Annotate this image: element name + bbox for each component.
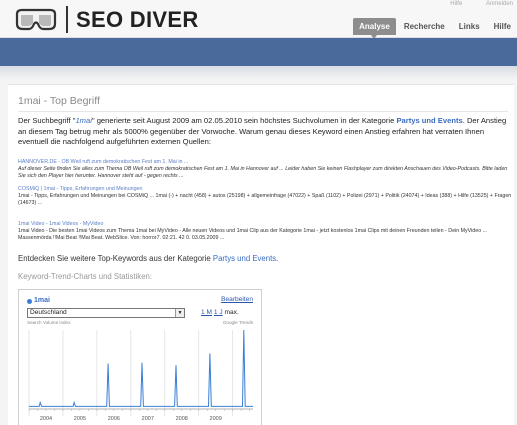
- intro-keyword: 1mai: [75, 116, 92, 125]
- main-content: 1mai - Top Begriff Der Suchbegriff "1mai…: [8, 84, 514, 425]
- x-tick-label: 2004: [40, 416, 52, 422]
- legend-label: 1mai: [34, 297, 50, 304]
- nav-item-links[interactable]: Links: [453, 18, 486, 35]
- diving-mask-icon: [15, 8, 57, 31]
- source-note: Google Trends: [222, 320, 253, 325]
- result-item-3: 1mai Video - 1mai Videos - MyVideo 1mai …: [18, 221, 512, 243]
- logo-separator: [66, 6, 68, 33]
- nav-item-analyse[interactable]: Analyse: [353, 18, 396, 39]
- series-dot-icon: [27, 299, 32, 304]
- y-axis-note: Search Volume index: [27, 320, 71, 325]
- x-tick-label: 2007: [142, 416, 154, 422]
- top-links: Hilfe Anmelden: [428, 1, 513, 7]
- result-snippet-3: 1mai Video - Die besten 1mai Videos zum …: [18, 228, 488, 242]
- title-divider: [18, 111, 508, 112]
- range-1m-link[interactable]: 1 M: [201, 309, 212, 316]
- discover-line: Entdecken Sie weitere Top-Keywords aus d…: [18, 254, 278, 263]
- result-title-link-1[interactable]: HANNOVER.DE - OB Weil ruft zum demokrati…: [18, 159, 512, 166]
- top-link-help[interactable]: Hilfe: [450, 1, 462, 7]
- nav-item-hilfe[interactable]: Hilfe: [488, 18, 517, 35]
- page-title: 1mai - Top Begriff: [18, 95, 100, 107]
- x-tick-label: 2009: [210, 416, 222, 422]
- discover-category-link[interactable]: Partys und Events: [213, 254, 276, 263]
- page: SEO DIVER Hilfe Anmelden Analyse Recherc…: [0, 0, 517, 425]
- charts-heading: Keyword-Trend-Charts und Statistiken:: [18, 272, 153, 281]
- intro-paragraph: Der Suchbegriff "1mai" generierte seit A…: [18, 116, 510, 148]
- discover-suffix: .: [276, 254, 279, 263]
- discover-text: Entdecken Sie weitere Top-Keywords aus d…: [18, 254, 213, 263]
- intro-category-link[interactable]: Partys und Events: [396, 116, 462, 125]
- result-item-2: COSMiQ | 1mai - Tipps, Erfahrungen und M…: [18, 186, 512, 208]
- edit-link[interactable]: Bearbeiten: [221, 296, 253, 303]
- result-snippet-2: 1mai - Tipps, Erfahrungen und Meinungen …: [18, 193, 512, 207]
- region-select-value: Deutschland: [30, 309, 67, 316]
- region-select[interactable]: Deutschland ▼: [27, 308, 185, 318]
- x-tick-label: 2008: [176, 416, 188, 422]
- x-tick-label: 2006: [108, 416, 120, 422]
- trend-chart-widget: 1mai Bearbeiten Deutschland ▼ 1 M 1 J ma…: [18, 289, 262, 425]
- logo-text[interactable]: SEO DIVER: [76, 7, 199, 33]
- header: SEO DIVER Hilfe Anmelden Analyse Recherc…: [0, 0, 517, 39]
- nav-item-recherche[interactable]: Recherche: [398, 18, 451, 35]
- top-link-login[interactable]: Anmelden: [486, 1, 513, 7]
- result-title-link-3[interactable]: 1mai Video - 1mai Videos - MyVideo: [18, 221, 512, 228]
- main-nav: Analyse Recherche Links Hilfe: [351, 18, 517, 39]
- range-max-label: max.: [224, 309, 239, 316]
- range-1j-link[interactable]: 1 J: [214, 309, 223, 316]
- x-tick-label: 2005: [74, 416, 86, 422]
- result-title-link-2[interactable]: COSMiQ | 1mai - Tipps, Erfahrungen und M…: [18, 186, 512, 193]
- intro-text-1: Der Suchbegriff ": [18, 116, 76, 125]
- accent-bar-shadow: [0, 66, 517, 80]
- chevron-down-icon[interactable]: ▼: [175, 309, 184, 317]
- range-links: 1 M 1 J max.: [201, 309, 239, 316]
- result-snippet-1: Auf dieser Seite finden Sie alles zum Th…: [18, 166, 508, 180]
- intro-text-2: " generierte seit August 2009 am 02.05.2…: [91, 116, 397, 125]
- accent-bar: [0, 38, 517, 66]
- trend-chart: 2004 2005 2006 2007 2008 2009: [28, 329, 253, 422]
- result-item-1: HANNOVER.DE - OB Weil ruft zum demokrati…: [18, 159, 512, 181]
